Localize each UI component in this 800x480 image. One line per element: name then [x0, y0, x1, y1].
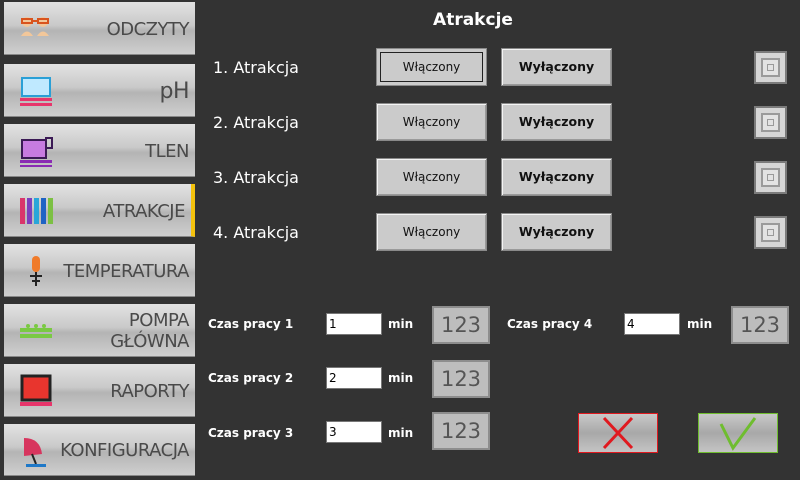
timer-1-keypad-button[interactable]: 123 — [432, 306, 490, 344]
attraction-3-off-button[interactable]: Wyłączony — [501, 158, 612, 196]
confirm-button[interactable] — [698, 413, 778, 453]
nav-atrakcje[interactable]: ATRAKCJE — [4, 184, 195, 237]
timer-2-label: Czas pracy 2 — [208, 371, 294, 385]
thermometer-icon — [30, 256, 42, 286]
attraction-4-label: 4. Atrakcja — [213, 223, 299, 242]
attraction-2-label: 2. Atrakcja — [213, 113, 299, 132]
close-icon — [602, 416, 634, 450]
timer-2-input[interactable] — [326, 367, 382, 389]
nav-label: RAPORTY — [110, 381, 189, 402]
oxygen-tank-icon — [20, 137, 53, 167]
attraction-1-label: 1. Atrakcja — [213, 58, 299, 77]
timer-2-keypad-button[interactable]: 123 — [432, 360, 490, 398]
cancel-button[interactable] — [578, 413, 658, 453]
nav-ph[interactable]: pH — [4, 64, 195, 117]
timer-4-unit: min — [687, 317, 713, 331]
checkmark-icon — [719, 417, 757, 451]
nav-label: TLEN — [145, 141, 189, 162]
timer-1-label: Czas pracy 1 — [208, 317, 294, 331]
timer-4-input[interactable] — [624, 313, 680, 335]
nav-raporty[interactable]: RAPORTY — [4, 364, 195, 417]
attraction-3-label: 3. Atrakcja — [213, 168, 299, 187]
timer-3-keypad-button[interactable]: 123 — [432, 412, 490, 450]
nav-temperatura[interactable]: TEMPERATURA — [4, 244, 195, 297]
attraction-4-on-button[interactable]: Włączony — [376, 213, 487, 251]
timer-3-unit: min — [388, 426, 414, 440]
attraction-2-off-button[interactable]: Wyłączony — [501, 103, 612, 141]
attraction-3-on-button[interactable]: Włączony — [376, 158, 487, 196]
readings-icon — [21, 17, 49, 36]
timer-2-unit: min — [388, 371, 414, 385]
pump-icon — [20, 324, 52, 338]
timer-4-keypad-button[interactable]: 123 — [731, 306, 789, 344]
ph-tank-icon — [20, 77, 52, 106]
nav-label-line2: GŁÓWNA — [110, 331, 189, 352]
attraction-1-off-button[interactable]: Wyłączony — [501, 48, 612, 86]
attraction-3-indicator[interactable] — [754, 161, 787, 194]
attractions-icon — [20, 198, 53, 224]
attraction-1-indicator[interactable] — [754, 51, 787, 84]
attraction-1-on-button[interactable]: Włączony — [376, 48, 487, 86]
attraction-2-on-button[interactable]: Włączony — [376, 103, 487, 141]
nav-tlen[interactable]: TLEN — [4, 124, 195, 177]
report-monitor-icon — [20, 374, 52, 406]
attraction-4-off-button[interactable]: Wyłączony — [501, 213, 612, 251]
nav-pompa-glowna[interactable]: POMPA GŁÓWNA — [4, 304, 195, 357]
nav-label: ATRAKCJE — [102, 201, 186, 222]
page-title: Atrakcje — [433, 10, 513, 30]
nav-konfiguracja[interactable]: KONFIGURACJA — [4, 424, 195, 476]
attraction-2-indicator[interactable] — [754, 106, 787, 139]
nav-label-line1: POMPA — [128, 310, 190, 331]
nav-odczyty[interactable]: ODCZYTY — [4, 2, 195, 55]
nav-label: TEMPERATURA — [63, 261, 189, 282]
timer-3-input[interactable] — [326, 421, 382, 443]
timer-1-unit: min — [388, 317, 414, 331]
attraction-4-indicator[interactable] — [754, 216, 787, 249]
satellite-dish-icon — [24, 438, 46, 467]
nav-label: ODCZYTY — [106, 19, 190, 40]
timer-1-input[interactable] — [326, 313, 382, 335]
nav-label: KONFIGURACJA — [60, 440, 189, 461]
timer-3-label: Czas pracy 3 — [208, 426, 294, 440]
nav-label: pH — [159, 79, 189, 104]
timer-4-label: Czas pracy 4 — [507, 317, 593, 331]
